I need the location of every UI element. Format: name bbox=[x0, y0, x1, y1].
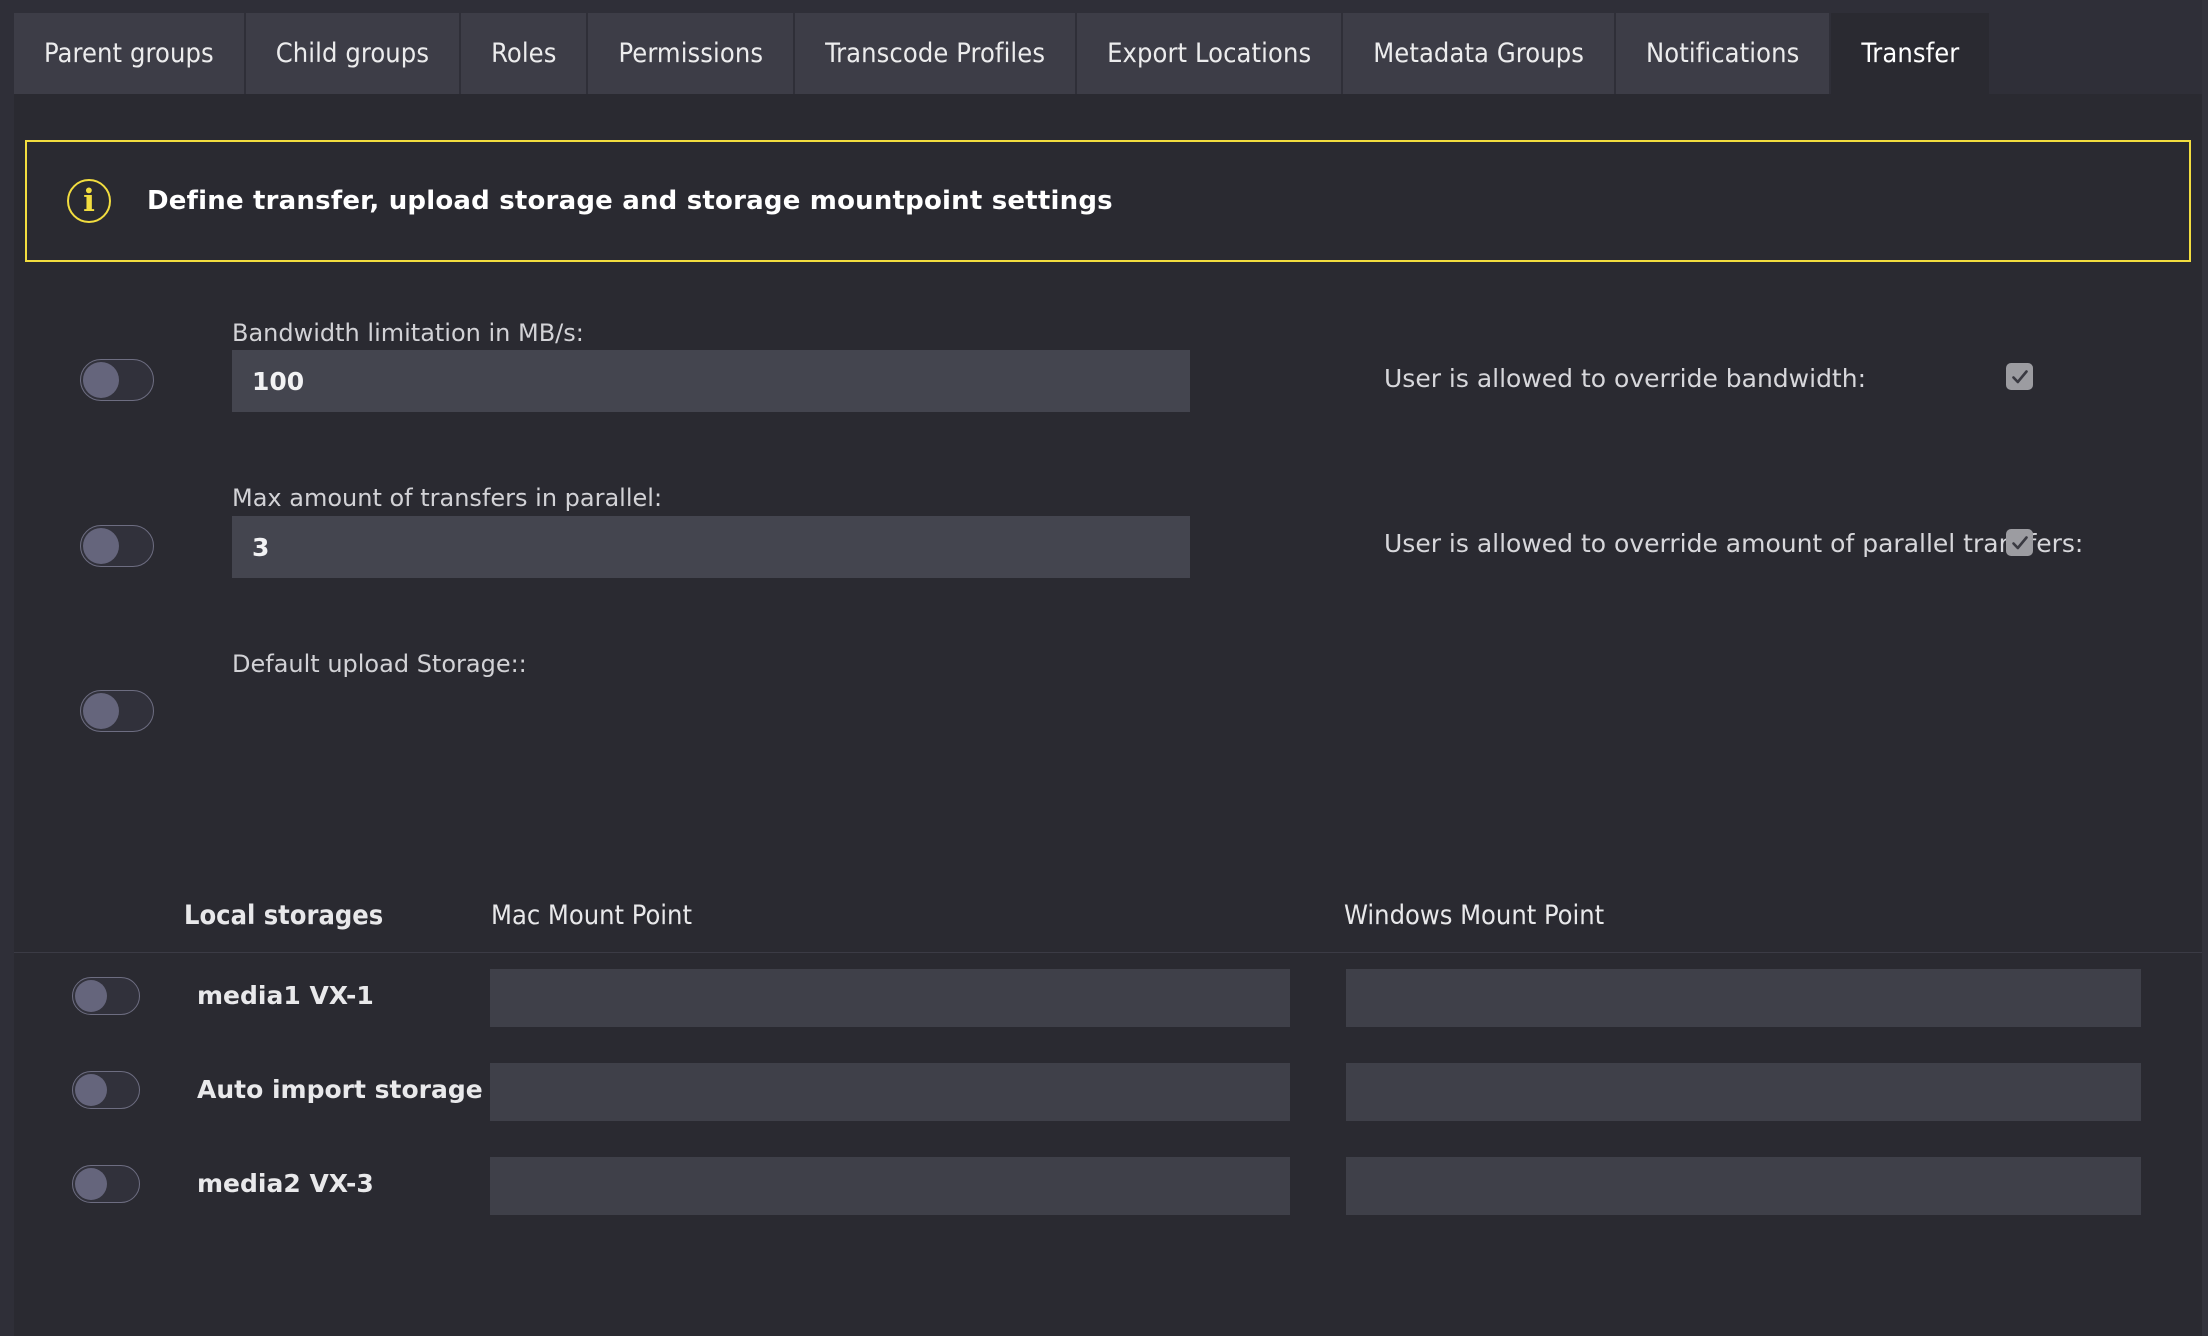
default-upload-storage-label: Default upload Storage:: bbox=[232, 650, 527, 678]
local-storages-table: Local storages Mac Mount Point Windows M… bbox=[14, 890, 2202, 1235]
tab-transcode-profiles[interactable]: Transcode Profiles bbox=[795, 13, 1076, 94]
tab-metadata-groups[interactable]: Metadata Groups bbox=[1343, 13, 1615, 94]
storage-enable-toggle[interactable] bbox=[72, 1071, 140, 1109]
override-parallel-transfers-checkbox[interactable] bbox=[2006, 529, 2033, 556]
tab-parent-groups[interactable]: Parent groups bbox=[14, 13, 244, 94]
toggle-knob bbox=[75, 1168, 107, 1200]
tab-transfer[interactable]: Transfer bbox=[1831, 13, 1990, 94]
column-header-windows-mount-point: Windows Mount Point bbox=[1344, 900, 1605, 931]
max-parallel-transfers-input[interactable] bbox=[232, 516, 1190, 578]
storage-name: media2 VX-3 bbox=[197, 1169, 374, 1198]
tab-export-locations[interactable]: Export Locations bbox=[1077, 13, 1342, 94]
table-header-row: Local storages Mac Mount Point Windows M… bbox=[14, 890, 2202, 953]
toggle-knob bbox=[83, 362, 119, 398]
app-window: Parent groups Child groups Roles Permiss… bbox=[0, 0, 2208, 1336]
toggle-knob bbox=[83, 693, 119, 729]
tab-roles[interactable]: Roles bbox=[461, 13, 587, 94]
info-banner-text: Define transfer, upload storage and stor… bbox=[147, 186, 1113, 216]
storage-enable-toggle[interactable] bbox=[72, 1165, 140, 1203]
right-rail bbox=[2202, 0, 2208, 1336]
storage-enable-toggle[interactable] bbox=[72, 977, 140, 1015]
windows-mount-point-input[interactable] bbox=[1346, 1063, 2141, 1121]
bandwidth-limitation-input[interactable] bbox=[232, 350, 1190, 412]
table-row: media1 VX-1 bbox=[14, 953, 2202, 1047]
info-circle-icon: i bbox=[67, 179, 111, 223]
override-bandwidth-checkbox[interactable] bbox=[2006, 363, 2033, 390]
max-parallel-transfers-toggle[interactable] bbox=[80, 525, 154, 567]
check-icon bbox=[2011, 535, 2028, 549]
mac-mount-point-input[interactable] bbox=[490, 969, 1290, 1027]
windows-mount-point-input[interactable] bbox=[1346, 1157, 2141, 1215]
windows-mount-point-input[interactable] bbox=[1346, 969, 2141, 1027]
toggle-knob bbox=[75, 980, 107, 1012]
tab-bar: Parent groups Child groups Roles Permiss… bbox=[14, 13, 1991, 95]
override-parallel-transfers-label: User is allowed to override amount of pa… bbox=[1384, 529, 2084, 558]
storage-name: media1 VX-1 bbox=[197, 981, 374, 1010]
column-header-mac-mount-point: Mac Mount Point bbox=[491, 900, 692, 931]
mac-mount-point-input[interactable] bbox=[490, 1063, 1290, 1121]
left-rail bbox=[0, 0, 14, 1336]
toggle-knob bbox=[83, 528, 119, 564]
tab-notifications[interactable]: Notifications bbox=[1616, 13, 1830, 94]
tab-child-groups[interactable]: Child groups bbox=[245, 13, 460, 94]
check-icon bbox=[2011, 369, 2028, 383]
override-bandwidth-label: User is allowed to override bandwidth: bbox=[1384, 364, 1867, 393]
info-banner: i Define transfer, upload storage and st… bbox=[25, 140, 2191, 262]
bandwidth-limitation-toggle[interactable] bbox=[80, 359, 154, 401]
column-header-local-storages: Local storages bbox=[184, 900, 384, 931]
table-row: media2 VX-3 bbox=[14, 1141, 2202, 1235]
tab-permissions[interactable]: Permissions bbox=[588, 13, 794, 94]
mac-mount-point-input[interactable] bbox=[490, 1157, 1290, 1215]
max-parallel-transfers-label: Max amount of transfers in parallel: bbox=[232, 484, 663, 512]
bandwidth-limitation-label: Bandwidth limitation in MB/s: bbox=[232, 319, 584, 347]
toggle-knob bbox=[75, 1074, 107, 1106]
page-content: Parent groups Child groups Roles Permiss… bbox=[14, 0, 2202, 1336]
table-row: Auto import storage VX-2 bbox=[14, 1047, 2202, 1141]
default-upload-storage-toggle[interactable] bbox=[80, 690, 154, 732]
